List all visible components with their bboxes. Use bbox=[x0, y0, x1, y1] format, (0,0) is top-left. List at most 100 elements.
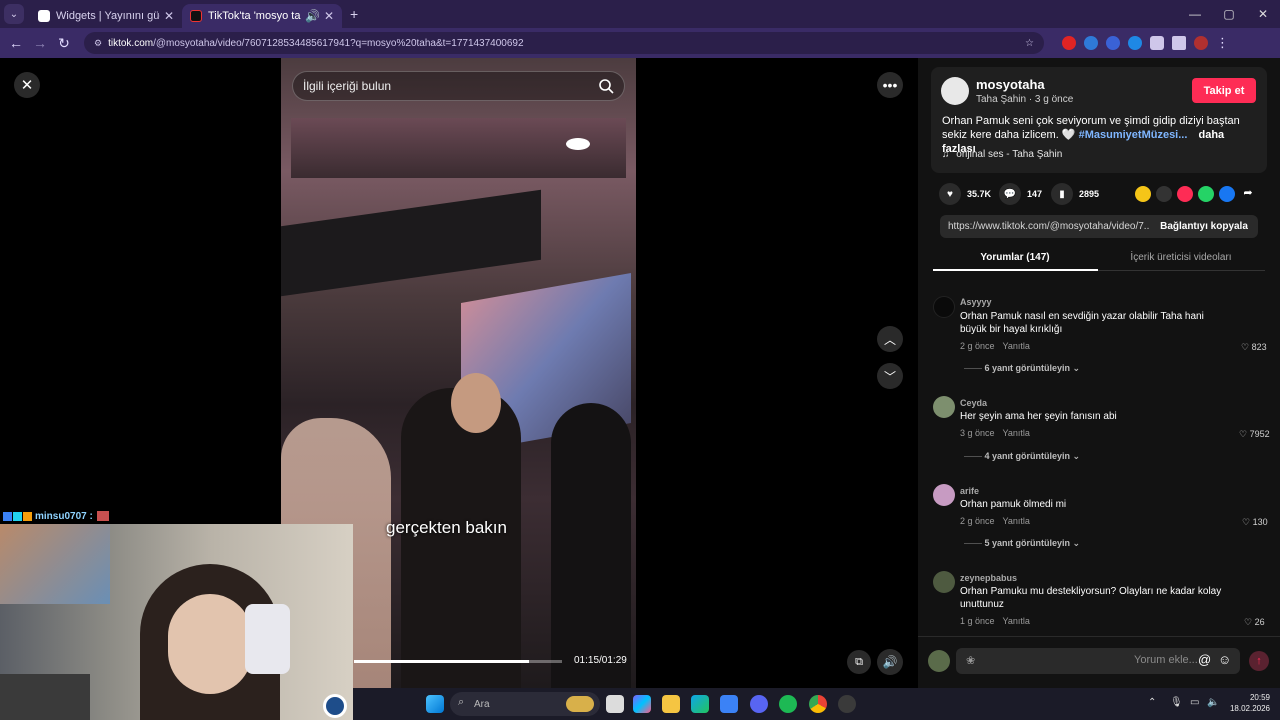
comment-username[interactable]: arife bbox=[960, 486, 979, 496]
minimize-button[interactable]: — bbox=[1178, 0, 1212, 28]
tab-widgets[interactable]: Widgets | Yayınını güçlendirmek ✕ bbox=[30, 4, 182, 28]
whatsapp-icon[interactable] bbox=[1198, 186, 1214, 202]
volume-button[interactable]: 🔊 bbox=[877, 649, 903, 675]
taskbar-clock[interactable]: 20:59 18.02.2026 bbox=[1224, 692, 1270, 714]
search-icon[interactable] bbox=[598, 78, 614, 94]
discord-icon[interactable] bbox=[750, 695, 768, 713]
miniplayer-button[interactable]: ⧉ bbox=[847, 650, 871, 674]
view-replies-button[interactable]: —— 6 yanıt görüntüleyin ⌄ bbox=[964, 363, 1080, 374]
new-tab-button[interactable]: + bbox=[350, 6, 358, 22]
truss-shape bbox=[281, 189, 541, 297]
tab-search-button[interactable]: ⌄ bbox=[4, 4, 24, 24]
author-username[interactable]: mosyotaha bbox=[976, 77, 1045, 92]
copilot-icon[interactable] bbox=[633, 695, 651, 713]
microphone-icon[interactable]: 🎙 bbox=[1170, 697, 1183, 708]
taskbar-search[interactable]: ⌕ Ara bbox=[450, 692, 600, 716]
bookmark-star-icon[interactable]: ☆ bbox=[1025, 38, 1034, 49]
music-link[interactable]: ♫ orijinal ses - Taha Şahin bbox=[942, 149, 1062, 160]
tab-comments[interactable]: Yorumlar (147) bbox=[933, 252, 1097, 263]
profile-avatar[interactable] bbox=[1194, 36, 1208, 50]
tray-chevron-icon[interactable]: ⌃ bbox=[1148, 697, 1156, 708]
close-tab-icon[interactable]: ✕ bbox=[324, 9, 334, 23]
webcam-overlay bbox=[0, 524, 353, 720]
share-link-text[interactable]: https://www.tiktok.com/@mosyotaha/video/… bbox=[940, 221, 1150, 232]
close-tab-icon[interactable]: ✕ bbox=[164, 9, 174, 23]
comment-text: Orhan Pamuku mu destekliyorsun? Olayları… bbox=[960, 586, 1222, 610]
speaker-icon[interactable]: 🔊 bbox=[305, 9, 320, 23]
reload-button[interactable]: ↻ bbox=[52, 35, 76, 52]
task-view-icon[interactable] bbox=[606, 695, 624, 713]
browser-menu-icon[interactable]: ⋮ bbox=[1216, 35, 1229, 51]
view-replies-button[interactable]: —— 4 yanıt görüntüleyin ⌄ bbox=[964, 451, 1080, 462]
display-icon[interactable]: ▭ bbox=[1190, 697, 1199, 708]
volume-tray-icon[interactable]: 🔈 bbox=[1207, 697, 1219, 708]
reply-button[interactable]: Yanıtla bbox=[1003, 428, 1030, 438]
comment-like[interactable]: ♡ 130 bbox=[1242, 517, 1268, 528]
tab-active-indicator bbox=[933, 269, 1098, 271]
follow-button[interactable]: Takip et bbox=[1192, 78, 1256, 103]
comment-username[interactable]: Asyyyy bbox=[960, 297, 992, 307]
reply-button[interactable]: Yanıtla bbox=[1003, 341, 1030, 351]
commenter-avatar[interactable] bbox=[933, 571, 955, 593]
author-avatar[interactable] bbox=[941, 77, 969, 105]
tab-tiktok[interactable]: TikTok'ta 'mosyo taha' bulab 🔊 ✕ bbox=[182, 4, 342, 28]
extension-red-icon[interactable] bbox=[1062, 36, 1076, 50]
store-icon[interactable] bbox=[720, 695, 738, 713]
embed-icon[interactable] bbox=[1156, 186, 1172, 202]
facebook-icon[interactable] bbox=[1219, 186, 1235, 202]
comment-username[interactable]: zeynepbabus bbox=[960, 573, 1017, 583]
send-icon[interactable] bbox=[1177, 186, 1193, 202]
commenter-avatar[interactable] bbox=[933, 396, 955, 418]
comment-stat[interactable]: 💬 147 bbox=[999, 183, 1042, 205]
share-arrow-icon[interactable]: ➦ bbox=[1240, 186, 1256, 202]
emoji-icon[interactable]: ☺ bbox=[1218, 652, 1231, 667]
address-bar[interactable]: ⚙ tiktok.com/@mosyotaha/video/7607128534… bbox=[84, 32, 1044, 54]
forward-button[interactable]: → bbox=[28, 35, 52, 51]
previous-video-button[interactable]: ︿ bbox=[877, 326, 903, 352]
extension-shield-icon[interactable] bbox=[1128, 36, 1142, 50]
related-search-input[interactable]: İlgili içeriği bulun bbox=[292, 71, 625, 101]
music-note-icon: ♫ bbox=[942, 149, 950, 160]
heart-outline-icon: ♡ bbox=[1241, 342, 1252, 352]
tab-creator-videos[interactable]: İçerik üreticisi videoları bbox=[1099, 252, 1263, 263]
commenter-avatar[interactable] bbox=[933, 296, 955, 318]
comment-like-count: 26 bbox=[1254, 617, 1265, 627]
view-replies-button[interactable]: —— 5 yanıt görüntüleyin ⌄ bbox=[964, 538, 1080, 549]
maximize-button[interactable]: ▢ bbox=[1212, 0, 1246, 28]
comment-like[interactable]: ♡ 26 bbox=[1244, 617, 1265, 628]
video-progress-bar[interactable] bbox=[354, 660, 562, 663]
back-button[interactable]: ← bbox=[4, 35, 28, 51]
extension-translate-icon[interactable] bbox=[1084, 36, 1098, 50]
extension-wave-icon[interactable] bbox=[1106, 36, 1120, 50]
send-comment-button[interactable]: ↑ bbox=[1249, 651, 1269, 671]
reply-button[interactable]: Yanıtla bbox=[1003, 516, 1030, 526]
hashtag-link[interactable]: #MasumiyetMüzesi... bbox=[1079, 129, 1188, 141]
comment-like[interactable]: ♡ 7952 bbox=[1239, 429, 1270, 440]
copy-link-button[interactable]: Bağlantıyı kopyala bbox=[1150, 221, 1258, 232]
close-window-button[interactable]: ✕ bbox=[1246, 0, 1280, 28]
gift-icon[interactable]: ❀ bbox=[966, 654, 975, 667]
site-info-icon[interactable]: ⚙ bbox=[94, 38, 102, 49]
more-options-button[interactable]: ••• bbox=[877, 72, 903, 98]
save-stat[interactable]: ▮ 2895 bbox=[1051, 183, 1099, 205]
emoji-share-icon[interactable] bbox=[1135, 186, 1151, 202]
obs-icon[interactable] bbox=[838, 695, 856, 713]
commenter-avatar[interactable] bbox=[933, 484, 955, 506]
media-control-icon[interactable] bbox=[1172, 36, 1186, 50]
like-stat[interactable]: ♥ 35.7K bbox=[939, 183, 991, 205]
steam-icon[interactable] bbox=[323, 694, 347, 718]
file-explorer-icon[interactable] bbox=[662, 695, 680, 713]
chrome-icon[interactable] bbox=[809, 695, 827, 713]
comment-username[interactable]: Ceyda bbox=[960, 398, 987, 408]
mention-icon[interactable]: @ bbox=[1198, 652, 1211, 667]
close-video-button[interactable]: ✕ bbox=[14, 72, 40, 98]
next-video-button[interactable]: ﹀ bbox=[877, 363, 903, 389]
comment-like[interactable]: ♡ 823 bbox=[1241, 342, 1267, 353]
spotify-icon[interactable] bbox=[779, 695, 797, 713]
start-icon[interactable] bbox=[426, 695, 444, 713]
comment-input[interactable]: ❀ Yorum ekle... @ ☺ bbox=[956, 648, 1240, 674]
extensions-puzzle-icon[interactable] bbox=[1150, 36, 1164, 50]
widgets-favicon-icon bbox=[38, 10, 50, 22]
edge-icon[interactable] bbox=[691, 695, 709, 713]
reply-button[interactable]: Yanıtla bbox=[1003, 616, 1030, 626]
